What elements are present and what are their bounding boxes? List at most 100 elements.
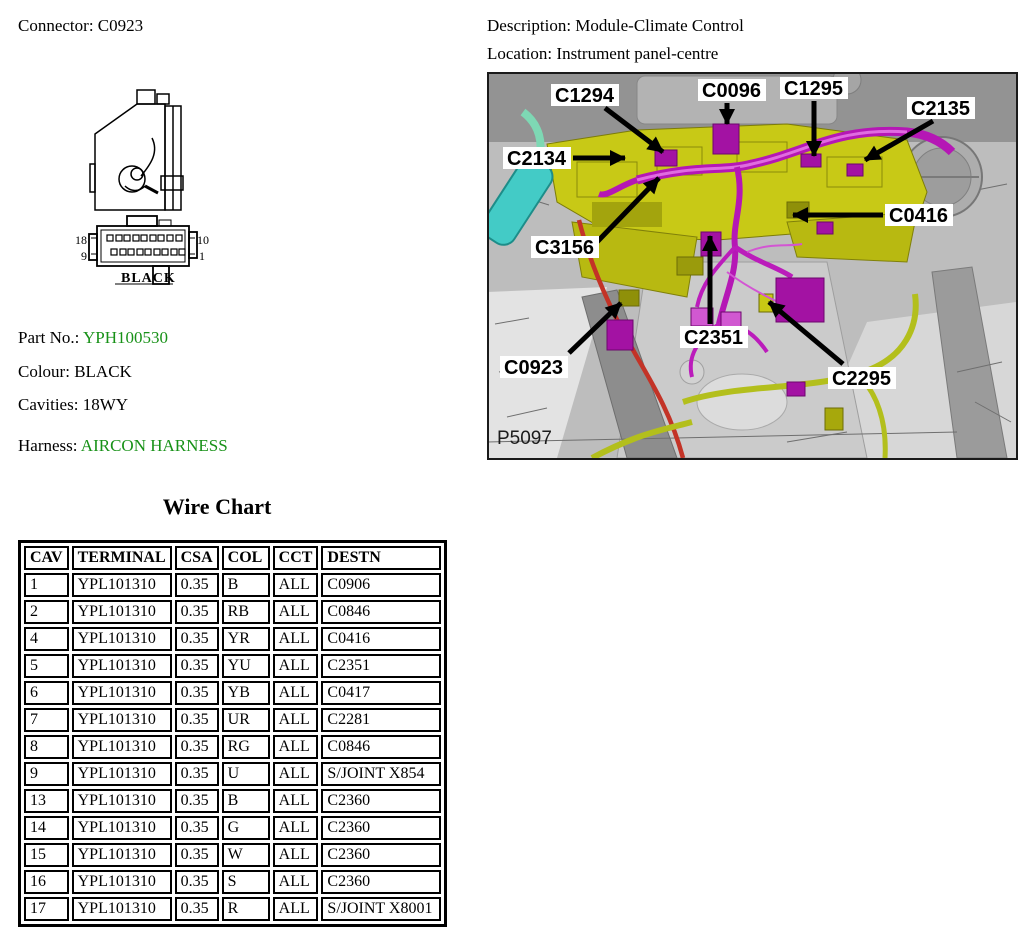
column-header-cav: CAV [24,546,69,570]
callout-label: C2295 [832,368,891,390]
table-row: 5YPL1013100.35YUALLC2351 [24,654,441,678]
part-no-label: Part No.: [18,328,79,347]
table-cell: YPL101310 [72,897,172,921]
table-cell: R [222,897,270,921]
connector-side-view [90,90,183,210]
connector-value: C0923 [98,16,143,35]
connector-colour-text: BLACK [121,271,176,286]
table-row: 8YPL1013100.35RGALLC0846 [24,735,441,759]
table-cell: 0.35 [175,654,219,678]
table-cell: ALL [273,654,319,678]
table-cell: YB [222,681,270,705]
table-cell: U [222,762,270,786]
photo-id-label: P5097 [497,428,552,449]
photo-scene [487,72,1018,460]
table-cell: 0.35 [175,762,219,786]
part-no-line: Part No.: YPH100530 [18,328,168,348]
part-no-value: YPH100530 [83,328,168,347]
table-cell: YPL101310 [72,708,172,732]
table-cell: 13 [24,789,69,813]
table-cell: B [222,573,270,597]
table-cell: C0846 [321,600,441,624]
table-cell: 0.35 [175,627,219,651]
table-cell: 9 [24,762,69,786]
callout-label: C0096 [702,80,761,102]
pin-number-18: 18 [75,233,87,247]
table-cell: YPL101310 [72,870,172,894]
table-cell: ALL [273,789,319,813]
table-row: 17YPL1013100.35RALLS/JOINT X8001 [24,897,441,921]
table-row: 4YPL1013100.35YRALLC0416 [24,627,441,651]
table-cell: 6 [24,681,69,705]
table-cell: C2351 [321,654,441,678]
table-cell: ALL [273,816,319,840]
table-cell: ALL [273,870,319,894]
table-cell: S/JOINT X854 [321,762,441,786]
table-cell: ALL [273,600,319,624]
table-cell: YPL101310 [72,735,172,759]
table-cell: 0.35 [175,870,219,894]
table-cell: RG [222,735,270,759]
column-header-destn: DESTN [321,546,441,570]
colour-line: Colour: BLACK [18,362,132,382]
table-cell: C2360 [321,843,441,867]
connector-front-view: 18 10 9 1 BLACK [75,216,209,286]
table-cell: YPL101310 [72,654,172,678]
table-cell: 14 [24,816,69,840]
table-cell: YPL101310 [72,600,172,624]
table-cell: 0.35 [175,843,219,867]
table-cell: B [222,789,270,813]
location-photo: C1294 C0096 C1295 C2135 C2134 C3156 [487,72,1018,460]
pin-number-1: 1 [199,249,205,263]
harness-value: AIRCON HARNESS [81,436,228,455]
description-value: Module-Climate Control [575,16,744,35]
description-line: Description: Module-Climate Control [487,16,744,36]
colour-label: Colour: [18,362,70,381]
callout-label: C1295 [784,78,843,100]
table-cell: 16 [24,870,69,894]
connector-heading: Connector: C0923 [18,16,143,36]
table-cell: ALL [273,735,319,759]
cavities-label: Cavities: [18,395,78,414]
table-cell: YR [222,627,270,651]
pin-number-9: 9 [81,249,87,263]
table-cell: ALL [273,708,319,732]
table-cell: ALL [273,627,319,651]
table-cell: C2281 [321,708,441,732]
table-cell: S/JOINT X8001 [321,897,441,921]
connector-diagram: 18 10 9 1 BLACK [55,82,290,294]
table-cell: 0.35 [175,573,219,597]
table-cell: YPL101310 [72,627,172,651]
table-cell: YPL101310 [72,762,172,786]
wire-chart-title: Wire Chart [18,494,416,520]
callout-label: C3156 [535,237,594,259]
table-cell: W [222,843,270,867]
table-cell: YPL101310 [72,843,172,867]
table-cell: 7 [24,708,69,732]
table-cell: 15 [24,843,69,867]
table-cell: UR [222,708,270,732]
table-cell: ALL [273,843,319,867]
table-cell: YPL101310 [72,681,172,705]
harness-line: Harness: AIRCON HARNESS [18,436,228,456]
colour-value: BLACK [74,362,132,381]
table-cell: G [222,816,270,840]
callout-label: C0923 [504,357,563,379]
table-row: 15YPL1013100.35WALLC2360 [24,843,441,867]
callout-label: C2135 [911,98,970,120]
table-cell: C0846 [321,735,441,759]
description-label: Description: [487,16,571,35]
table-cell: YPL101310 [72,816,172,840]
column-header-terminal: TERMINAL [72,546,172,570]
callout-label: C0416 [889,205,948,227]
table-cell: 0.35 [175,708,219,732]
table-row: 13YPL1013100.35BALLC2360 [24,789,441,813]
column-header-csa: CSA [175,546,219,570]
table-cell: ALL [273,681,319,705]
table-cell: YPL101310 [72,573,172,597]
table-cell: S [222,870,270,894]
location-line: Location: Instrument panel-centre [487,44,718,64]
connector-label: Connector: [18,16,94,35]
table-cell: YPL101310 [72,789,172,813]
table-cell: 5 [24,654,69,678]
